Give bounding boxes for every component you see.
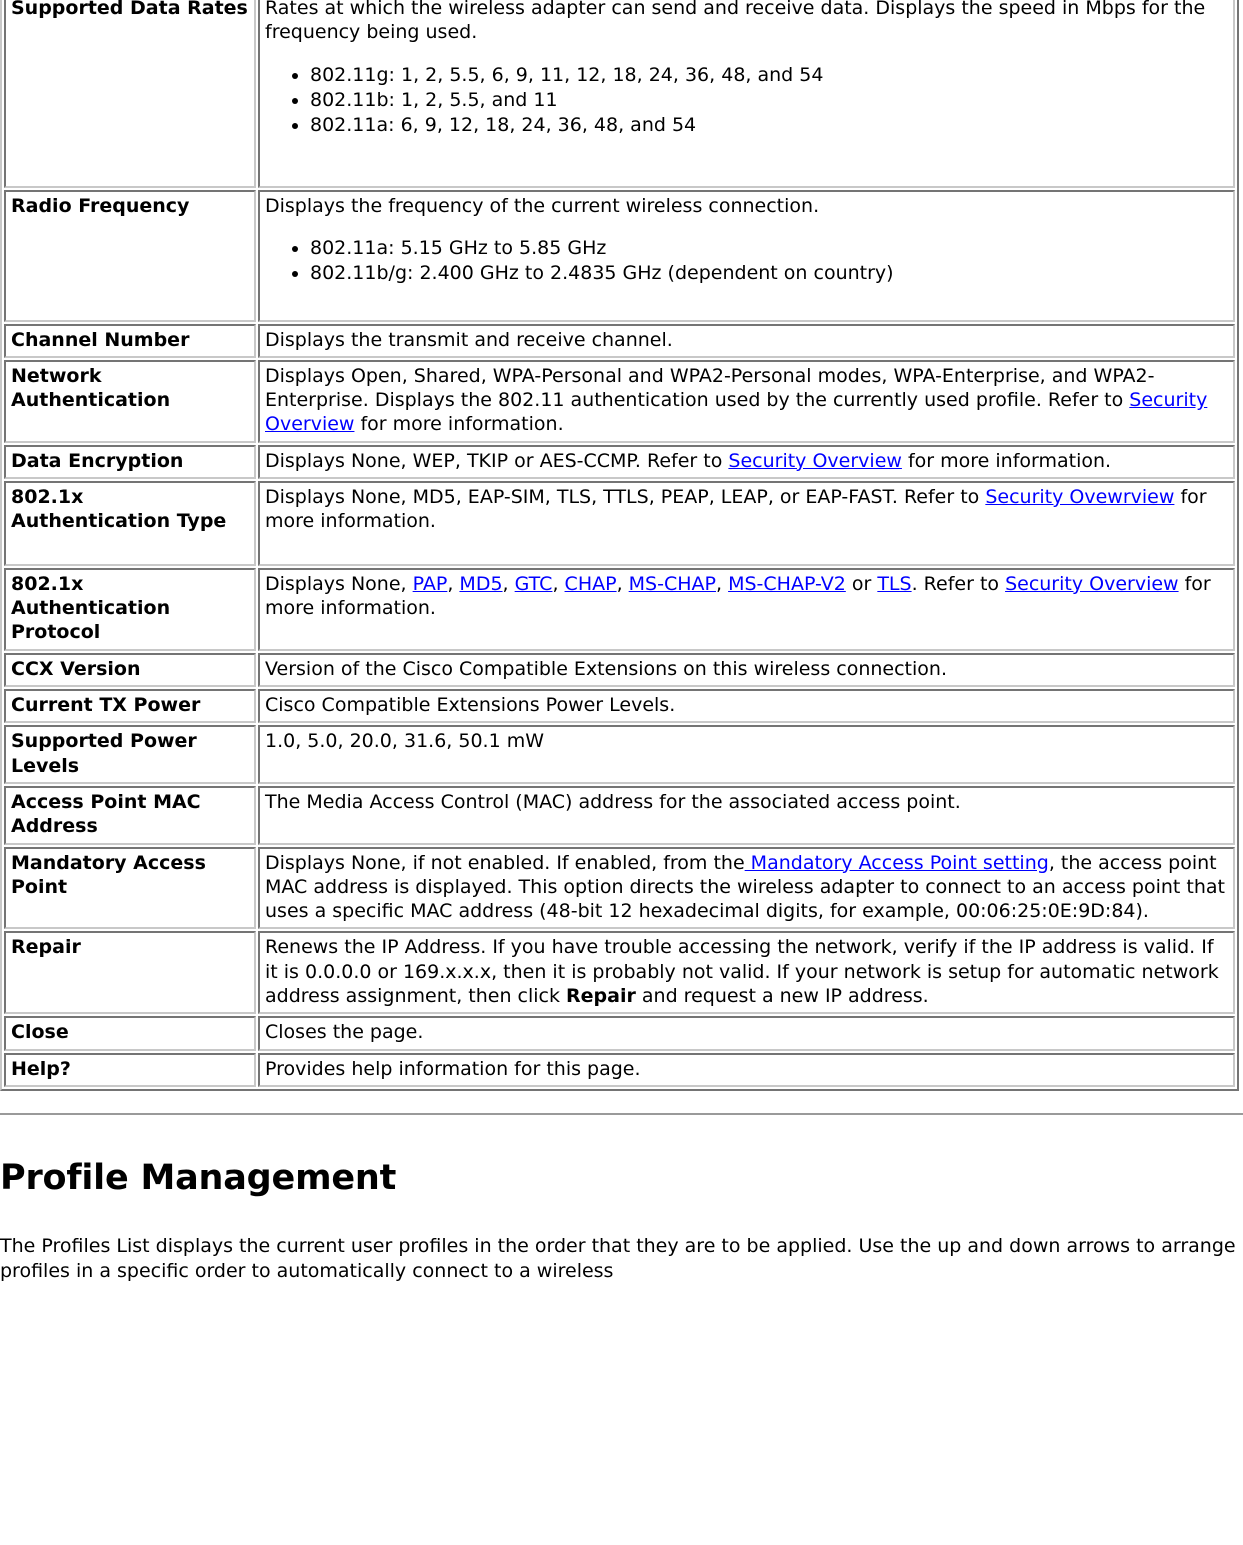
table-row: Radio Frequency Displays the frequency o…	[4, 189, 1235, 322]
row-desc-close: Closes the page.	[258, 1016, 1235, 1051]
row-desc-network-authentication: Displays Open, Shared, WPA-Personal and …	[258, 359, 1235, 443]
row-desc-supported-data-rates: Rates at which the wireless adapter can …	[258, 0, 1235, 188]
row-label-8021x-authentication-protocol: 802.1x Authentication Protocol	[4, 567, 256, 651]
table-row: Help? Provides help information for this…	[4, 1052, 1235, 1087]
row-desc-ccx-version: Version of the Cisco Compatible Extensio…	[258, 652, 1235, 687]
row-desc-data-encryption: Displays None, WEP, TKIP or AES-CCMP. Re…	[258, 444, 1235, 480]
row-desc-repair: Renews the IP Address. If you have troub…	[258, 931, 1235, 1015]
desc-text: The Media Access Control (MAC) address f…	[265, 790, 961, 813]
row-label-data-encryption: Data Encryption	[4, 444, 256, 480]
table-body: Supported Data Rates Rates at which the …	[4, 0, 1235, 1087]
desc-text-tail: for more information.	[354, 413, 564, 436]
row-label-radio-frequency: Radio Frequency	[4, 189, 256, 322]
desc-text-tail: and request a new IP address.	[635, 985, 929, 1008]
list-item: 802.11b: 1, 2, 5.5, and 11	[310, 88, 1228, 112]
link-security-overview[interactable]: Security Overview	[1005, 573, 1179, 595]
row-desc-access-point-mac-address: The Media Access Control (MAC) address f…	[258, 785, 1235, 845]
row-label-channel-number: Channel Number	[4, 323, 256, 358]
row-label-help: Help?	[4, 1052, 256, 1087]
table-row: Supported Data Rates Rates at which the …	[4, 0, 1235, 188]
table-row: Mandatory Access Point Displays None, if…	[4, 846, 1235, 930]
desc-text: Displays Open, Shared, WPA-Personal and …	[265, 364, 1155, 412]
desc-text: Rates at which the wireless adapter can …	[265, 0, 1206, 44]
separator: ,	[447, 572, 460, 595]
separator: or	[845, 572, 878, 595]
row-label-ccx-version: CCX Version	[4, 652, 256, 687]
link-pap[interactable]: PAP	[413, 573, 448, 595]
link-gtc[interactable]: GTC	[515, 573, 553, 595]
separator: ,	[502, 572, 515, 595]
cell-spacer	[265, 814, 1228, 816]
table-row: Data Encryption Displays None, WEP, TKIP…	[4, 444, 1235, 480]
row-label-mandatory-access-point: Mandatory Access Point	[4, 846, 256, 930]
table-row: Network Authentication Displays Open, Sh…	[4, 359, 1235, 443]
row-label-8021x-authentication-type: 802.1x Authentication Type	[4, 481, 256, 566]
table-row: Channel Number Displays the transmit and…	[4, 323, 1235, 358]
link-mandatory-access-point-setting[interactable]: Mandatory Access Point setting	[745, 852, 1049, 874]
cell-spacer	[265, 620, 1228, 628]
row-desc-mandatory-access-point: Displays None, if not enabled. If enable…	[258, 846, 1235, 930]
table-row: CCX Version Version of the Cisco Compati…	[4, 652, 1235, 687]
connection-details-table: Supported Data Rates Rates at which the …	[0, 0, 1239, 1091]
link-ms-chap-v2[interactable]: MS-CHAP-V2	[728, 573, 846, 595]
separator: ,	[715, 572, 729, 595]
row-desc-8021x-authentication-protocol: Displays None, PAP, MD5, GTC, CHAP, MS-C…	[258, 567, 1235, 651]
separator: ,	[552, 572, 565, 595]
cell-spacer	[265, 290, 1228, 316]
row-desc-8021x-authentication-type: Displays None, MD5, EAP-SIM, TLS, TTLS, …	[258, 481, 1235, 566]
cell-spacer	[265, 534, 1228, 560]
row-label-supported-data-rates: Supported Data Rates	[4, 0, 256, 188]
section-paragraph: The Profiles List displays the current u…	[0, 1234, 1236, 1282]
desc-text: Displays None,	[265, 572, 413, 595]
row-label-repair: Repair	[4, 931, 256, 1015]
link-tls[interactable]: TLS	[877, 573, 911, 595]
row-desc-current-tx-power: Cisco Compatible Extensions Power Levels…	[258, 688, 1235, 724]
link-security-overview[interactable]: Security Overview	[728, 450, 902, 472]
table-row: Access Point MAC Address The Media Acces…	[4, 785, 1235, 845]
cell-spacer	[265, 142, 1228, 182]
link-md5[interactable]: MD5	[459, 573, 502, 595]
row-label-close: Close	[4, 1016, 256, 1051]
data-rate-list: 802.11g: 1, 2, 5.5, 6, 9, 11, 12, 18, 24…	[265, 63, 1228, 138]
row-desc-supported-power-levels: 1.0, 5.0, 20.0, 31.6, 50.1 mW	[258, 725, 1235, 784]
cell-spacer	[265, 754, 1228, 756]
link-ms-chap[interactable]: MS-CHAP	[629, 573, 716, 595]
page-title: Profile Management	[0, 1158, 397, 1198]
separator: . Refer to	[911, 572, 1006, 595]
table-row: 802.1x Authentication Protocol Displays …	[4, 567, 1235, 651]
link-chap[interactable]: CHAP	[565, 573, 617, 595]
row-label-access-point-mac-address: Access Point MAC Address	[4, 785, 256, 845]
section-divider	[0, 1113, 1243, 1117]
row-label-supported-power-levels: Supported Power Levels	[4, 725, 256, 784]
row-label-network-authentication: Network Authentication	[4, 359, 256, 443]
table-row: Supported Power Levels 1.0, 5.0, 20.0, 3…	[4, 725, 1235, 784]
list-item: 802.11a: 5.15 GHz to 5.85 GHz	[310, 236, 1228, 260]
row-desc-help: Provides help information for this page.	[258, 1052, 1235, 1087]
repair-emphasis: Repair	[566, 985, 636, 1008]
table-row: Repair Renews the IP Address. If you hav…	[4, 931, 1235, 1015]
row-desc-radio-frequency: Displays the frequency of the current wi…	[258, 189, 1235, 322]
desc-text: Displays the frequency of the current wi…	[265, 194, 820, 217]
list-item: 802.11b/g: 2.400 GHz to 2.4835 GHz (depe…	[310, 261, 1228, 285]
table-row: Current TX Power Cisco Compatible Extens…	[4, 688, 1235, 724]
desc-text-tail: for more information.	[901, 449, 1112, 472]
desc-text: Displays None, MD5, EAP-SIM, TLS, TTLS, …	[265, 486, 986, 509]
help-page: Supported Data Rates Rates at which the …	[0, 0, 1243, 1284]
table-row: Close Closes the page.	[4, 1016, 1235, 1051]
list-item: 802.11a: 6, 9, 12, 18, 24, 36, 48, and 5…	[310, 113, 1228, 137]
row-label-current-tx-power: Current TX Power	[4, 688, 256, 724]
link-security-ovewrview[interactable]: Security Ovewrview	[985, 486, 1174, 508]
desc-text: Displays None, if not enabled. If enable…	[265, 851, 745, 874]
table-row: 802.1x Authentication Type Displays None…	[4, 481, 1235, 566]
row-desc-channel-number: Displays the transmit and receive channe…	[258, 323, 1235, 358]
radio-frequency-list: 802.11a: 5.15 GHz to 5.85 GHz 802.11b/g:…	[265, 236, 1228, 286]
list-item: 802.11g: 1, 2, 5.5, 6, 9, 11, 12, 18, 24…	[310, 63, 1228, 87]
desc-text: 1.0, 5.0, 20.0, 31.6, 50.1 mW	[265, 730, 544, 753]
separator: ,	[616, 572, 629, 595]
desc-text: Displays None, WEP, TKIP or AES-CCMP. Re…	[265, 449, 729, 472]
